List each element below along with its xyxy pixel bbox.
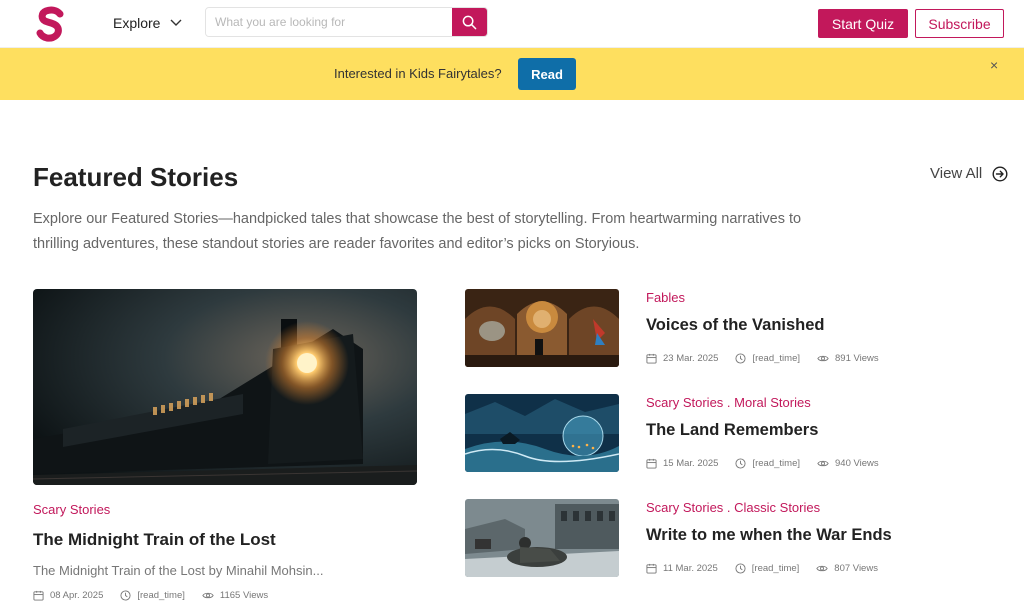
story-read-time: [read_time] [751,563,800,574]
search-input[interactable] [206,8,452,36]
search-button[interactable] [452,8,487,36]
story-views: 1165 Views [219,590,269,601]
story-image-midnight-train[interactable] [33,289,417,485]
arrow-circle-right-icon [992,165,1008,182]
story-views: 891 Views [835,353,879,364]
date-item: 11 Mar. 2025 [646,563,718,574]
date-item: 08 Apr. 2025 [33,590,103,601]
view-all-link[interactable]: View All [930,165,1008,182]
top-header: Explore Start Quiz Subscribe [0,0,1024,48]
promo-banner: Interested in Kids Fairytales? Read × [0,48,1024,100]
views-item: 807 Views [816,563,878,574]
start-quiz-button[interactable]: Start Quiz [818,9,908,38]
explore-label: Explore [113,15,161,31]
vanished-illustration [465,289,619,367]
subscribe-button[interactable]: Subscribe [915,9,1004,38]
story-category[interactable]: Scary Stories . Classic Stories [646,500,820,515]
story-date: 15 Mar. 2025 [663,458,719,469]
read-time-item: [read_time] [120,590,185,601]
eye-icon [817,460,829,467]
search-bar [205,7,488,37]
story-category[interactable]: Scary Stories [33,502,110,517]
views-item: 940 Views [817,458,879,469]
story-date: 23 Mar. 2025 [663,353,719,364]
read-time-item: [read_time] [735,563,800,574]
story-image-voices-vanished[interactable] [465,289,619,367]
logo-s-icon[interactable] [36,6,66,42]
story-category[interactable]: Scary Stories . Moral Stories [646,395,811,410]
train-illustration [33,289,417,485]
clock-icon [735,458,747,469]
story-image-land-remembers[interactable] [465,394,619,472]
section-description: Explore our Featured Stories—handpicked … [33,211,802,252]
date-item: 15 Mar. 2025 [646,458,718,469]
views-item: 891 Views [817,353,879,364]
read-time-item: [read_time] [735,353,800,364]
read-time-item: [read_time] [735,458,800,469]
story-title[interactable]: The Land Remembers [646,421,818,440]
eye-icon [817,355,829,362]
view-all-label: View All [930,165,983,182]
eye-icon [816,565,828,572]
clock-icon [120,590,131,601]
story-image-war-ends[interactable] [465,499,619,577]
story-title[interactable]: Write to me when the War Ends [646,526,892,545]
banner-read-button[interactable]: Read [518,58,576,90]
calendar-icon [646,563,657,574]
story-meta: 11 Mar. 2025 [read_time] 807 Views [646,563,895,574]
story-meta: 23 Mar. 2025 [read_time] 891 Views [646,353,896,364]
story-date: 11 Mar. 2025 [663,563,718,574]
clock-icon [735,563,746,574]
story-category[interactable]: Fables [646,290,685,305]
views-item: 1165 Views [202,590,268,601]
story-read-time: [read_time] [752,353,800,364]
war-illustration [465,499,619,577]
story-read-time: [read_time] [752,458,800,469]
explore-menu[interactable]: Explore [113,13,182,33]
calendar-icon [646,353,657,364]
eye-icon [202,592,214,599]
calendar-icon [33,590,44,601]
story-views: 807 Views [834,563,878,574]
search-icon [462,15,477,29]
clock-icon [735,353,747,364]
story-views: 940 Views [835,458,879,469]
date-item: 23 Mar. 2025 [646,353,718,364]
land-illustration [465,394,619,472]
section-title: Featured Stories [33,162,239,192]
story-meta: 15 Mar. 2025 [read_time] 940 Views [646,458,896,469]
story-meta: 08 Apr. 2025 [read_time] 1165 Views [33,590,285,601]
story-title[interactable]: Voices of the Vanished [646,316,825,335]
story-date: 08 Apr. 2025 [50,590,104,601]
calendar-icon [646,458,657,469]
close-icon[interactable]: × [990,57,998,73]
story-read-time: [read_time] [137,590,185,601]
chevron-down-icon [170,19,182,26]
story-excerpt: The Midnight Train of the Lost by Minahi… [33,563,324,578]
banner-text: Interested in Kids Fairytales? [334,66,502,81]
story-title[interactable]: The Midnight Train of the Lost [33,530,276,550]
